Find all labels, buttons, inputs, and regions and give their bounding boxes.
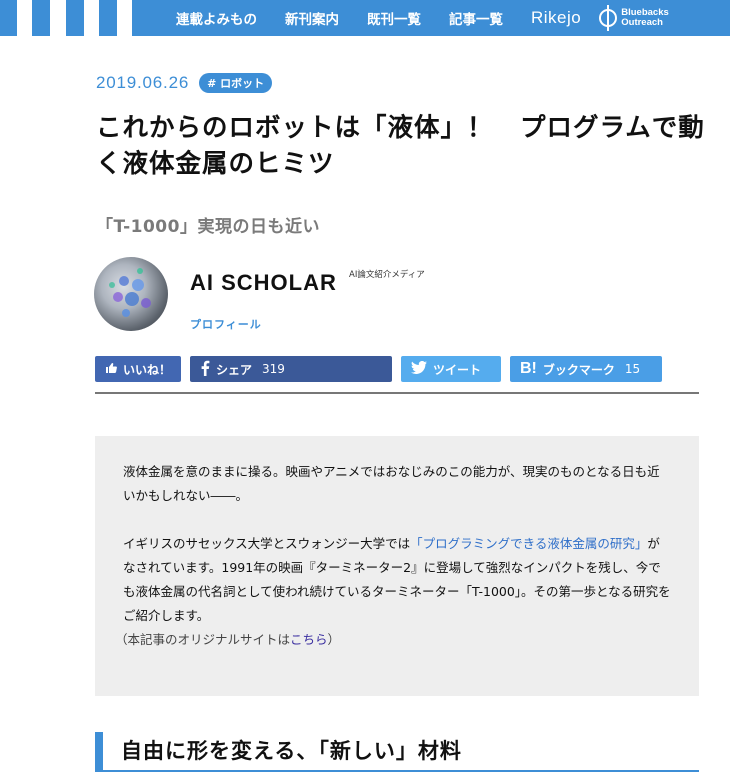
outreach-line2: Outreach xyxy=(621,17,663,28)
research-link[interactable]: 「プログラミングできる液体金属の研究」 xyxy=(410,536,647,551)
nav-item-new-releases[interactable]: 新刊案内 xyxy=(285,8,339,28)
facebook-share-button[interactable]: シェア 319 xyxy=(190,356,392,382)
note-text-after: ） xyxy=(327,632,341,647)
category-tag[interactable]: # ロボット xyxy=(199,73,273,93)
logo-stripe xyxy=(17,0,33,36)
nav-item-backlist[interactable]: 既刊一覧 xyxy=(367,8,421,28)
facebook-label: シェア xyxy=(216,362,253,377)
logo-stripe xyxy=(83,0,99,36)
outreach-logo-icon xyxy=(599,5,618,31)
avatar-image xyxy=(109,268,151,317)
share-buttons: いいね！ シェア 319 ツイート B! ブックマーク 15 xyxy=(95,356,671,382)
author-avatar[interactable] xyxy=(94,257,168,331)
facebook-count: 319 xyxy=(262,362,285,376)
divider xyxy=(95,392,699,394)
author-name[interactable]: AI SCHOLAR xyxy=(190,270,337,296)
hatena-bookmark-button[interactable]: B! ブックマーク 15 xyxy=(510,356,662,382)
nav-item-outreach[interactable]: Bluebacks Outreach xyxy=(599,5,669,31)
facebook-icon xyxy=(200,360,210,379)
main-nav: 連載よみもの 新刊案内 既刊一覧 記事一覧 Rikejo Bluebacks O… xyxy=(176,0,669,36)
thumbs-up-icon xyxy=(105,362,117,377)
original-source-link[interactable]: こちら xyxy=(290,632,328,647)
like-button[interactable]: いいね！ xyxy=(95,356,181,382)
logo-stripe xyxy=(50,0,66,36)
hatena-label: ブックマーク xyxy=(542,362,615,377)
section-heading: 自由に形を変える、「新しい」材料 xyxy=(95,732,699,772)
note-text-before: （本記事のオリジナルサイトは xyxy=(115,632,291,647)
hatena-b-icon: B! xyxy=(520,360,537,377)
nav-item-serials[interactable]: 連載よみもの xyxy=(176,8,257,28)
outreach-label: Bluebacks Outreach xyxy=(621,8,669,28)
lead-p2-text-before: イギリスのサセックス大学とスウォンジー大学では xyxy=(123,536,411,551)
article-subtitle: 「T-1000」実現の日も近い xyxy=(96,217,320,237)
tweet-label: ツイート xyxy=(433,362,482,377)
article-meta: 2019.06.26 # ロボット xyxy=(96,73,273,93)
publish-date: 2019.06.26 xyxy=(96,73,190,92)
top-nav-bar: 連載よみもの 新刊案内 既刊一覧 記事一覧 Rikejo Bluebacks O… xyxy=(0,0,730,36)
original-source-note: （本記事のオリジナルサイトはこちら） xyxy=(115,632,340,647)
author-role: AI論文紹介メディア xyxy=(349,270,425,280)
twitter-bird-icon xyxy=(411,360,427,377)
profile-link[interactable]: プロフィール xyxy=(190,316,262,332)
site-logo[interactable] xyxy=(0,0,150,36)
lead-paragraph-2: イギリスのサセックス大学とスウォンジー大学では「プログラミングできる液体金属の研… xyxy=(115,532,671,652)
lead-box: 液体金属を意のままに操る。映画やアニメではおなじみのこの能力が、現実のものとなる… xyxy=(95,436,699,696)
nav-item-rikejo[interactable]: Rikejo xyxy=(531,8,581,28)
nav-item-articles[interactable]: 記事一覧 xyxy=(449,8,503,28)
hatena-count: 15 xyxy=(624,362,641,376)
lead-paragraph-1: 液体金属を意のままに操る。映画やアニメではおなじみのこの能力が、現実のものとなる… xyxy=(123,464,660,503)
article-title: これからのロボットは「液体」！ プログラムで動く液体金属のヒミツ xyxy=(96,113,705,179)
like-label: いいね！ xyxy=(123,362,172,377)
tweet-button[interactable]: ツイート xyxy=(401,356,501,382)
logo-stripe xyxy=(116,0,132,36)
